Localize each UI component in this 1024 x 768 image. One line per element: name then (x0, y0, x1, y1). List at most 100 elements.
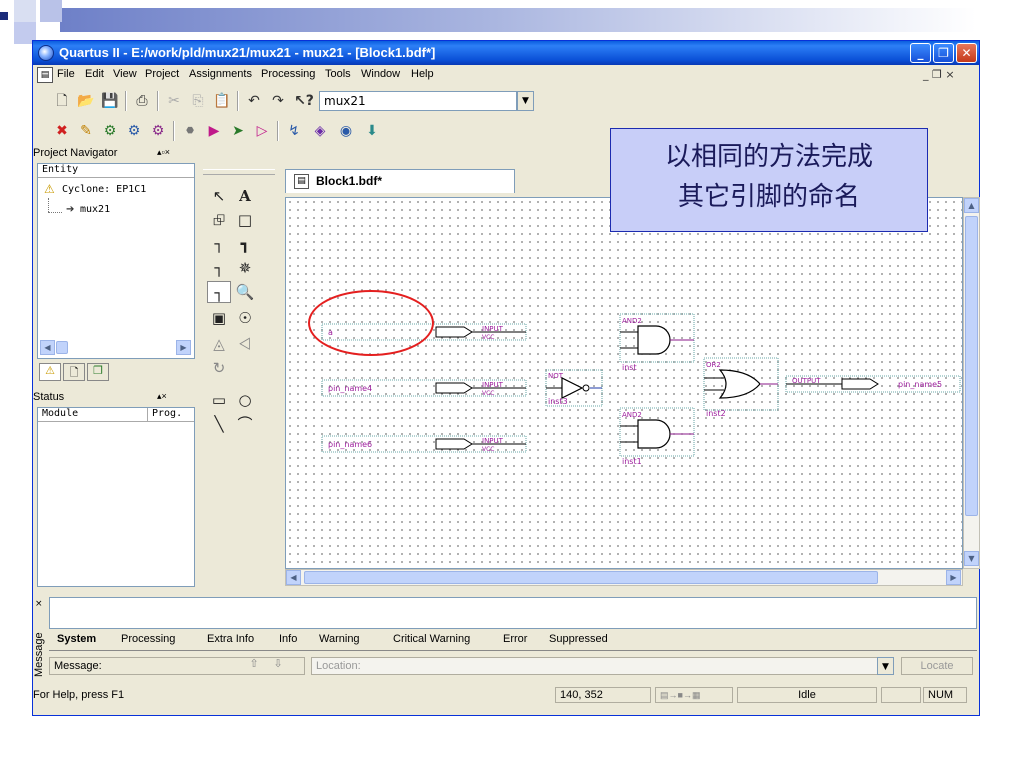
line-tool-icon[interactable]: ╲ (207, 413, 231, 435)
paste-icon[interactable]: 📋 (211, 90, 233, 112)
undo-icon[interactable]: ↶ (243, 90, 265, 112)
vertical-scroll-thumb[interactable] (965, 216, 978, 516)
menu-processing[interactable]: Processing (261, 68, 315, 80)
rotate-icon[interactable]: ↻ (207, 357, 231, 379)
chip-editor-icon[interactable]: ◈ (309, 120, 331, 142)
partial-line-select-icon[interactable]: ┐ (207, 281, 231, 303)
gate-instance-label[interactable]: inst (622, 363, 637, 372)
print-icon[interactable]: ⎙ (131, 90, 153, 112)
gate-type-label[interactable]: AND2 (622, 411, 642, 419)
schematic-drawing[interactable]: a INPUTVCCpin_name4 INPUTVCCpin_name6 INPUT… (286, 198, 962, 568)
tab-warning[interactable]: Warning (319, 633, 360, 651)
synthesis-icon[interactable]: ⚙ (123, 120, 145, 142)
save-icon[interactable]: 💾 (99, 90, 121, 112)
hierarchy-tab-icon[interactable]: ⚠ (39, 363, 61, 381)
vertical-scrollbar[interactable]: ▲ ▼ (963, 197, 980, 569)
copy-icon[interactable]: ⎘ (187, 90, 209, 112)
menu-view[interactable]: View (113, 68, 137, 80)
input-pin-arrow[interactable] (435, 438, 473, 450)
input-pin-type[interactable]: INPUT (482, 381, 504, 389)
tab-processing[interactable]: Processing (121, 633, 175, 651)
analysis-icon[interactable]: ⚙ (99, 120, 121, 142)
and-gate-body[interactable] (637, 325, 671, 355)
menu-file[interactable]: File (57, 68, 75, 80)
pane-controls[interactable]: ▴▫× (157, 147, 170, 158)
settings-icon[interactable]: ◉ (335, 120, 357, 142)
text-tool-icon[interactable]: A (233, 185, 257, 207)
output-pin-type[interactable]: OUTPUT (792, 377, 821, 385)
output-pin-name[interactable]: pin_name5 (898, 380, 942, 389)
chevron-down-icon[interactable]: ▼ (517, 91, 534, 111)
or-gate-body[interactable] (718, 369, 761, 399)
close-button[interactable]: ✕ (956, 43, 977, 63)
pencil-icon[interactable]: ✎ (75, 120, 97, 142)
files-tab-icon[interactable]: 🗋 (63, 363, 85, 381)
gate-type-label[interactable]: NOT (548, 372, 564, 380)
timing-analysis-icon[interactable]: ▷ (251, 120, 273, 142)
location-field[interactable]: Location: (311, 657, 889, 675)
rectangle-tool-icon[interactable]: ▭ (207, 389, 231, 411)
context-help-icon[interactable]: ↖? (293, 90, 315, 112)
input-pin-vcc[interactable]: VCC (482, 390, 494, 397)
tab-extra-info[interactable]: Extra Info (207, 633, 254, 651)
menu-project[interactable]: Project (145, 68, 179, 80)
scroll-up-button[interactable]: ▲ (964, 198, 979, 213)
input-pin-type[interactable]: INPUT (482, 437, 504, 445)
symbol-tool-icon[interactable]: ⮺ (207, 209, 231, 231)
and-gate-body[interactable] (637, 419, 671, 449)
scroll-left-button[interactable]: ◀ (286, 570, 301, 585)
input-pin-type[interactable]: INPUT (482, 325, 504, 333)
input-pin-vcc[interactable]: VCC (482, 334, 494, 341)
redo-icon[interactable]: ↷ (267, 90, 289, 112)
fitter-icon[interactable]: ⚙ (147, 120, 169, 142)
start-compilation-icon[interactable]: ▶ (203, 120, 225, 142)
output-pin-arrow[interactable] (841, 378, 879, 390)
column-header-progress[interactable]: Prog. (148, 408, 194, 422)
minimize-button[interactable]: _ (910, 43, 931, 63)
menu-window[interactable]: Window (361, 68, 400, 80)
new-file-icon[interactable]: 🗋 (51, 90, 73, 112)
cut-icon[interactable]: ✂ (163, 90, 185, 112)
menu-help[interactable]: Help (411, 68, 434, 80)
menu-tools[interactable]: Tools (325, 68, 351, 80)
tree-item-device[interactable]: Cyclone: EP1C1 (62, 184, 146, 195)
maximize-button[interactable]: ❐ (933, 43, 954, 63)
simulation-icon[interactable]: ↯ (283, 120, 305, 142)
flip-horizontal-icon[interactable]: ◬ (207, 333, 231, 355)
locate-button[interactable]: Locate (901, 657, 973, 675)
scroll-left-button[interactable]: ◀ (40, 340, 55, 355)
input-pin-arrow[interactable] (435, 382, 473, 394)
input-pin-name[interactable]: pin_name4 (328, 384, 372, 393)
previous-message-icon[interactable]: ⇧ (245, 657, 263, 675)
input-pin-vcc[interactable]: VCC (482, 446, 494, 453)
compiler-tool-icon[interactable]: ✖ (51, 120, 73, 142)
input-pin-arrow[interactable] (435, 326, 473, 338)
arc-tool-icon[interactable]: ⌒ (233, 413, 257, 435)
message-field[interactable]: Message: (49, 657, 305, 675)
find-icon[interactable]: ☉ (233, 307, 257, 329)
rubberbanding-icon[interactable]: ✵ (233, 257, 257, 279)
tab-block1-bdf[interactable]: ▤ Block1.bdf* (285, 169, 515, 193)
open-folder-icon[interactable]: 📂 (75, 90, 97, 112)
start-analysis-icon[interactable]: ➤ (227, 120, 249, 142)
gate-type-label[interactable]: AND2 (622, 317, 642, 325)
title-bar[interactable]: Quartus II - E:/work/pld/mux21/mux21 - m… (33, 41, 979, 65)
chevron-down-icon[interactable]: ▼ (877, 657, 894, 675)
orthogonal-bus-tool-icon[interactable]: ┓ (233, 233, 257, 255)
not-gate-bubble[interactable] (582, 384, 590, 392)
palette-grip[interactable] (203, 169, 275, 175)
ellipse-tool-icon[interactable]: ○ (233, 389, 257, 411)
schematic-canvas[interactable]: a INPUT VCC pin_name4 INPUT VCC pin_name6 INPUT… (285, 197, 963, 569)
tab-info[interactable]: Info (279, 633, 297, 651)
menu-edit[interactable]: Edit (85, 68, 104, 80)
gate-type-label[interactable]: OR2 (706, 361, 721, 369)
flip-vertical-icon[interactable]: ⨞ (233, 333, 257, 355)
programmer-icon[interactable]: ⬇ (361, 120, 383, 142)
design-units-tab-icon[interactable]: ❐ (87, 363, 109, 381)
tree-item-entity[interactable]: mux21 (80, 204, 110, 215)
next-message-icon[interactable]: ⇩ (269, 657, 287, 675)
full-screen-icon[interactable]: ▣ (207, 307, 231, 329)
scroll-down-button[interactable]: ▼ (964, 551, 979, 566)
message-list[interactable] (49, 597, 977, 629)
zoom-tool-icon[interactable]: 🔍 (233, 281, 257, 303)
